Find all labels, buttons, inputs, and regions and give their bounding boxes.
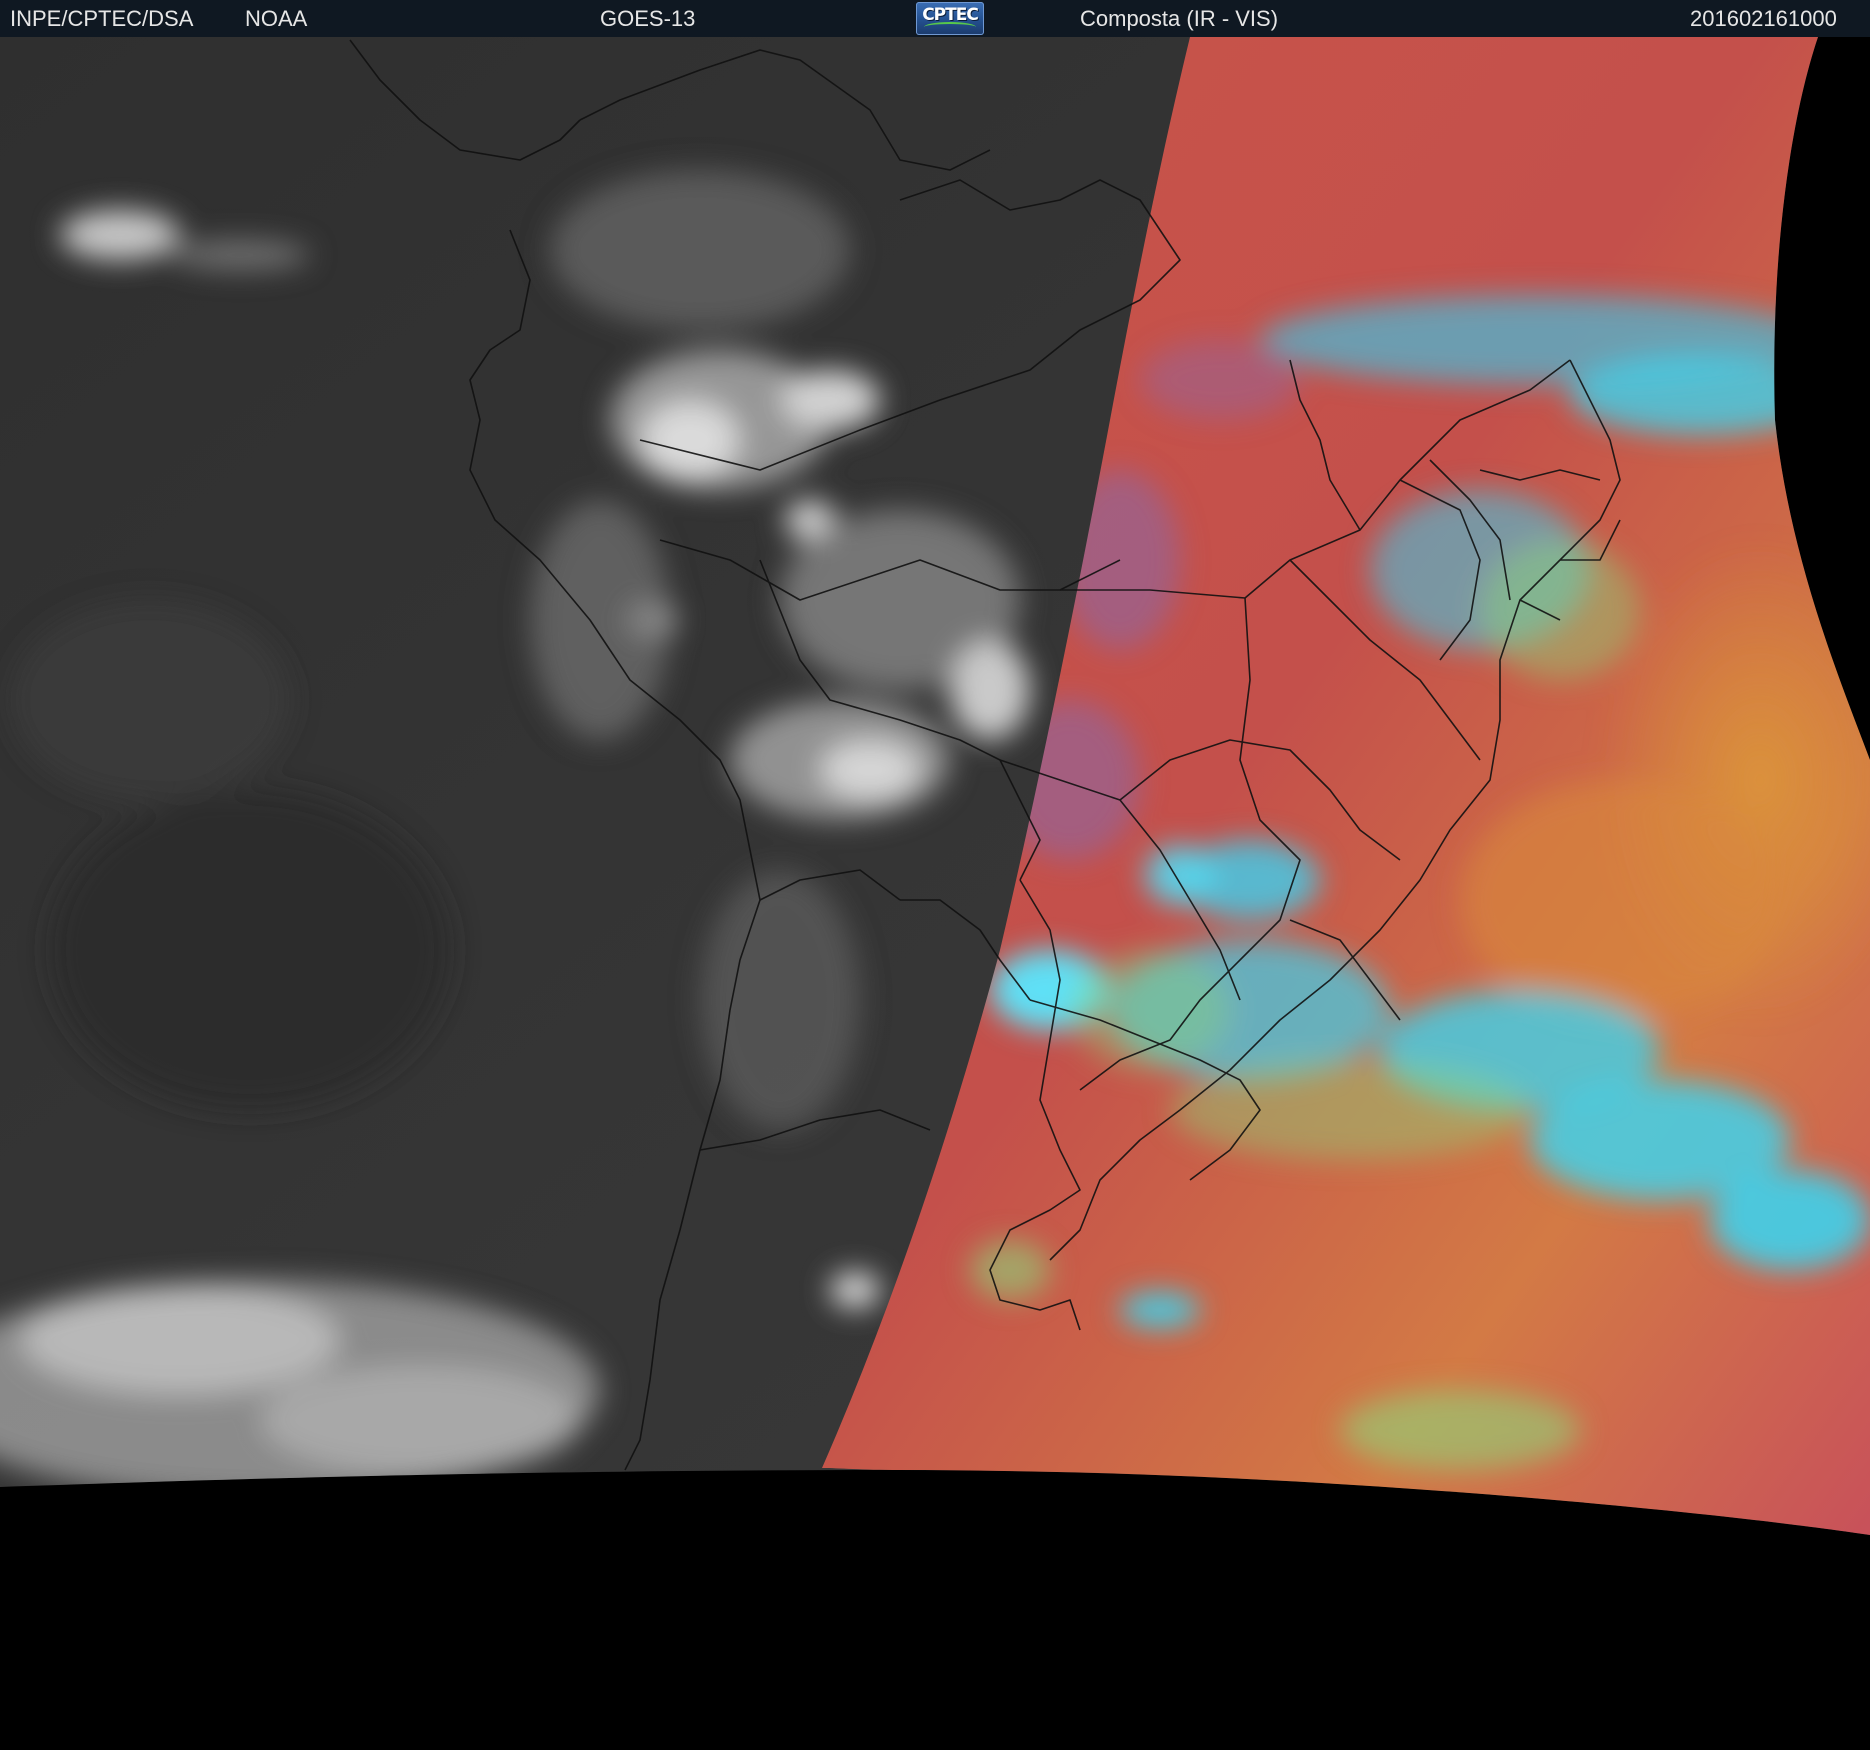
satellite-label: GOES-13 <box>600 6 696 31</box>
product-label: Composta (IR - VIS) <box>1080 6 1279 31</box>
cptec-logo-icon: CPTEC <box>916 2 984 35</box>
source-label: INPE/CPTEC/DSA <box>10 6 194 31</box>
timestamp-label: 201602161000 <box>1690 6 1837 31</box>
satellite-image <box>0 37 1870 1750</box>
logo-swoosh <box>924 22 976 32</box>
header-bar: INPE/CPTEC/DSA NOAA GOES-13 CPTEC Compos… <box>0 0 1870 37</box>
agency-label: NOAA <box>245 6 308 31</box>
